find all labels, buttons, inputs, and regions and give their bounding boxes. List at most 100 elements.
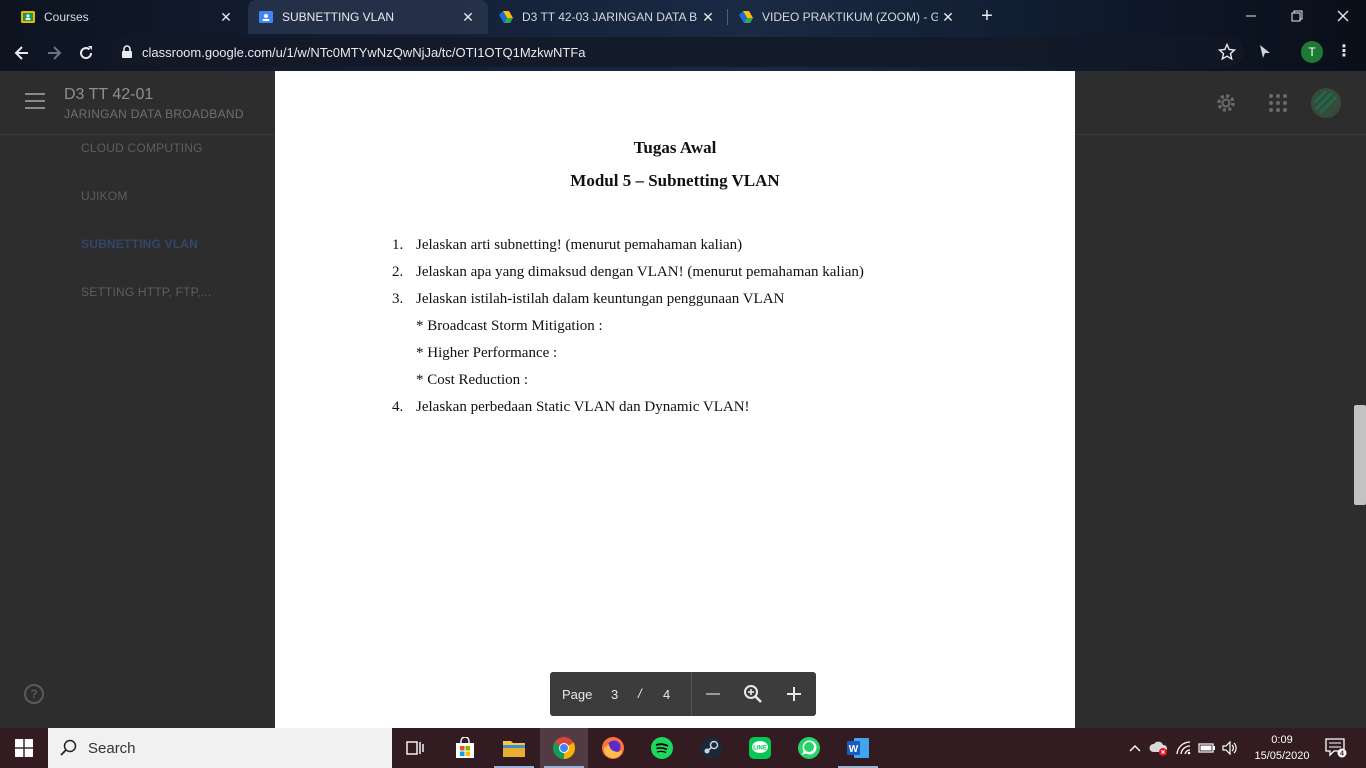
topic-ujikom[interactable]: UJIKOM (81, 189, 128, 203)
line-app-icon: LINE (749, 737, 771, 759)
search-placeholder: Search (88, 739, 136, 757)
document-title: Tugas Awal (633, 138, 717, 157)
plus-icon (787, 687, 801, 701)
fit-zoom-button[interactable] (742, 683, 764, 705)
lock-icon (122, 45, 132, 58)
url-text: classroom.google.com/u/1/w/NTc0MTYwNzQwN… (142, 44, 586, 60)
onedrive-error-icon[interactable] (1148, 728, 1170, 768)
new-tab-button[interactable]: + (976, 6, 998, 28)
current-page-input[interactable]: 3 (611, 687, 618, 702)
topic-subnetting-vlan[interactable]: SUBNETTING VLAN (81, 237, 198, 251)
task-view-button[interactable] (392, 728, 440, 768)
item-number: 1. (392, 237, 404, 253)
browser-toolbar: classroom.google.com/u/1/w/NTc0MTYwNzQwN… (0, 34, 1366, 71)
close-tab-icon[interactable]: ✕ (216, 7, 236, 27)
profile-avatar[interactable]: T (1301, 41, 1323, 63)
spotify-button[interactable] (638, 728, 686, 768)
clock-date: 15/05/2020 (1254, 750, 1310, 762)
item-text: Jelaskan arti subnetting! (menurut pemah… (416, 237, 743, 253)
show-hidden-icons-chevron[interactable] (1124, 728, 1146, 768)
tab-drive-video[interactable]: VIDEO PRAKTIKUM (ZOOM) - Go ✕ (728, 0, 968, 34)
reload-button[interactable] (73, 40, 99, 66)
item-number: 2. (392, 264, 404, 280)
taskbar-search[interactable]: Search (48, 728, 392, 768)
classroom-assignment-icon (258, 9, 274, 25)
google-drive-icon (738, 9, 754, 25)
browser-chrome: Courses ✕ SUBNETTING VLAN ✕ D3 TT 42-03 … (0, 0, 1366, 71)
tab-subnetting-vlan[interactable]: SUBNETTING VLAN ✕ (248, 0, 488, 34)
store-bag-icon (456, 737, 474, 758)
classroom-icon (20, 9, 36, 25)
item-text: * Higher Performance : (416, 345, 558, 361)
chrome-button[interactable] (540, 728, 588, 768)
clock-time: 0:09 (1271, 734, 1293, 746)
topic-cloud-computing[interactable]: CLOUD COMPUTING (81, 141, 203, 155)
spotify-icon (651, 737, 673, 759)
topic-setting-http-ftp[interactable]: SETTING HTTP, FTP,... (81, 285, 211, 299)
action-center-button[interactable]: 4 (1318, 728, 1354, 768)
firefox-button[interactable] (589, 728, 637, 768)
minimize-button[interactable] (1228, 0, 1274, 32)
folder-icon (503, 741, 525, 757)
bookmark-star-icon[interactable] (1218, 43, 1236, 61)
restore-button[interactable] (1274, 0, 1320, 32)
reload-icon (80, 46, 93, 60)
tab-drive-jaringan[interactable]: D3 TT 42-03 JARINGAN DATA BR ✕ (488, 0, 728, 34)
institution-logo-icon[interactable] (1310, 87, 1342, 119)
task-view-icon (406, 741, 424, 755)
word-icon: W (847, 738, 869, 758)
microsoft-store-button[interactable] (441, 728, 489, 768)
item-text: Jelaskan perbedaan Static VLAN dan Dynam… (416, 399, 750, 415)
chevron-up-icon (1129, 745, 1141, 752)
viewer-scrollbar-thumb[interactable] (1354, 405, 1366, 505)
wifi-icon[interactable] (1173, 728, 1195, 768)
close-window-button[interactable] (1320, 0, 1366, 32)
document-subtitle: Modul 5 – Subnetting VLAN (570, 171, 780, 190)
extension-cursor-icon[interactable] (1257, 44, 1273, 60)
zoom-out-button[interactable] (702, 683, 724, 705)
page-controls: Page 3 / 4 (550, 672, 816, 716)
apps-grid-icon[interactable] (1266, 91, 1290, 115)
forward-arrow-icon (48, 46, 62, 60)
help-icon[interactable]: ? (24, 684, 44, 704)
steam-button[interactable] (687, 728, 735, 768)
tab-strip: Courses ✕ SUBNETTING VLAN ✕ D3 TT 42-03 … (0, 0, 1366, 34)
notification-icon: 4 (1325, 738, 1347, 758)
whatsapp-button[interactable] (785, 728, 833, 768)
forward-button[interactable] (41, 40, 67, 66)
back-arrow-icon (14, 46, 28, 60)
close-tab-icon[interactable]: ✕ (938, 7, 958, 27)
item-text: Jelaskan istilah-istilah dalam keuntunga… (416, 291, 785, 307)
item-text: Jelaskan apa yang dimaksud dengan VLAN! … (416, 264, 864, 280)
total-pages: 4 (663, 687, 671, 702)
search-icon (60, 739, 77, 756)
settings-gear-icon[interactable] (1214, 91, 1238, 115)
minus-icon (706, 693, 720, 695)
volume-icon[interactable] (1219, 728, 1241, 768)
tab-title: SUBNETTING VLAN (282, 10, 395, 24)
tab-title: D3 TT 42-03 JARINGAN DATA BR (522, 10, 698, 24)
item-number: 3. (392, 291, 404, 307)
item-text: * Cost Reduction : (416, 372, 529, 388)
windows-logo-icon (15, 739, 33, 757)
main-menu-icon[interactable] (25, 93, 45, 109)
google-drive-icon (498, 9, 514, 25)
chrome-icon (553, 737, 575, 759)
item-number: 4. (392, 399, 404, 415)
word-button[interactable]: W (834, 728, 882, 768)
zoom-in-button[interactable] (783, 683, 805, 705)
taskbar-clock[interactable]: 0:09 15/05/2020 (1252, 732, 1312, 764)
file-explorer-button[interactable] (490, 728, 538, 768)
back-button[interactable] (9, 40, 35, 66)
item-text: * Broadcast Storm Mitigation : (416, 318, 603, 334)
address-bar[interactable]: classroom.google.com/u/1/w/NTc0MTYwNzQwN… (108, 37, 1244, 67)
close-tab-icon[interactable]: ✕ (698, 7, 718, 27)
battery-icon[interactable] (1196, 728, 1218, 768)
browser-menu-icon[interactable]: ⋮ (1336, 43, 1352, 61)
tab-courses[interactable]: Courses ✕ (0, 0, 246, 34)
control-divider (691, 672, 692, 716)
class-name[interactable]: D3 TT 42-01 (64, 86, 153, 104)
start-button[interactable] (0, 728, 48, 768)
line-app-button[interactable]: LINE (736, 728, 784, 768)
close-tab-icon[interactable]: ✕ (458, 7, 478, 27)
